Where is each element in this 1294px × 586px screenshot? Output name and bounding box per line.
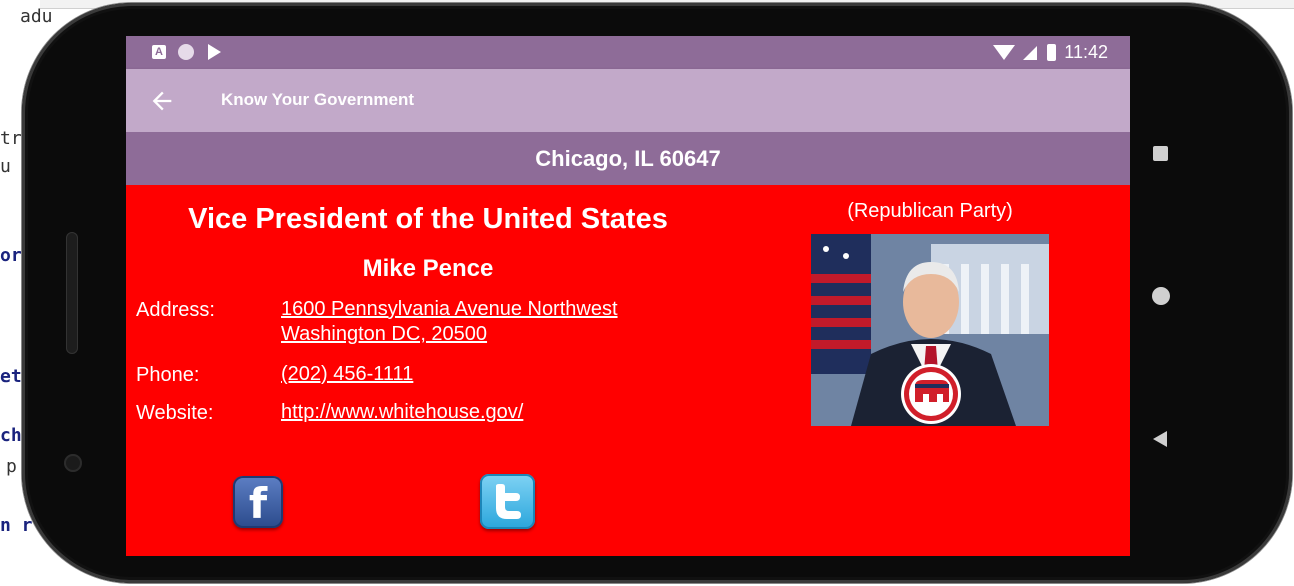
app-screen: A 11:42 Know Your Government Chicago, IL… — [126, 36, 1130, 556]
recent-apps-icon[interactable] — [1153, 146, 1168, 161]
office-title: Vice President of the United States — [188, 203, 668, 235]
address-line-2: Washington DC, 20500 — [281, 323, 488, 345]
battery-icon — [1047, 44, 1057, 61]
status-right-icons: 11:42 — [993, 42, 1108, 63]
circle-icon — [178, 44, 194, 60]
signal-icon — [1023, 45, 1038, 60]
home-icon[interactable] — [1152, 287, 1170, 305]
address-line-1: 1600 Pennsylvania Avenue Northwest — [281, 298, 618, 320]
location-bar: Chicago, IL 60647 — [126, 132, 1130, 185]
app-title: Know Your Government — [221, 90, 415, 109]
a-notification-icon: A — [152, 45, 166, 59]
official-photo-image — [811, 234, 1049, 426]
phone-label: Phone: — [136, 364, 200, 386]
background-code-text: or — [0, 245, 22, 266]
arrow-back-icon[interactable] — [148, 87, 176, 115]
official-name: Mike Pence — [362, 255, 494, 282]
address-label: Address: — [136, 299, 215, 321]
play-icon — [208, 44, 221, 60]
camera-icon — [64, 454, 82, 472]
wifi-icon — [993, 45, 1016, 60]
status-left-icons: A — [152, 44, 221, 60]
background-code-text: ch — [0, 425, 22, 446]
official-photo[interactable] — [811, 234, 1049, 426]
background-code-text: n r — [0, 515, 33, 536]
party-label: (Republican Party) — [847, 200, 1013, 222]
twitter-bird-glyph — [496, 484, 521, 519]
status-bar: A 11:42 — [126, 36, 1130, 69]
phone-link[interactable]: (202) 456-1111 — [281, 362, 413, 387]
app-bar: Know Your Government — [126, 69, 1130, 132]
background-code-text: adu — [20, 6, 53, 27]
phone-speaker-slot — [66, 232, 78, 354]
background-code-text: p — [6, 456, 17, 477]
website-link[interactable]: http://www.whitehouse.gov/ — [281, 400, 523, 425]
status-time: 11:42 — [1064, 42, 1108, 62]
website-label: Website: — [136, 402, 214, 424]
facebook-icon[interactable]: f — [233, 476, 283, 528]
twitter-icon[interactable] — [480, 474, 535, 529]
address-link[interactable]: 1600 Pennsylvania Avenue Northwest Washi… — [281, 297, 618, 347]
nav-back-icon[interactable] — [1153, 431, 1167, 447]
